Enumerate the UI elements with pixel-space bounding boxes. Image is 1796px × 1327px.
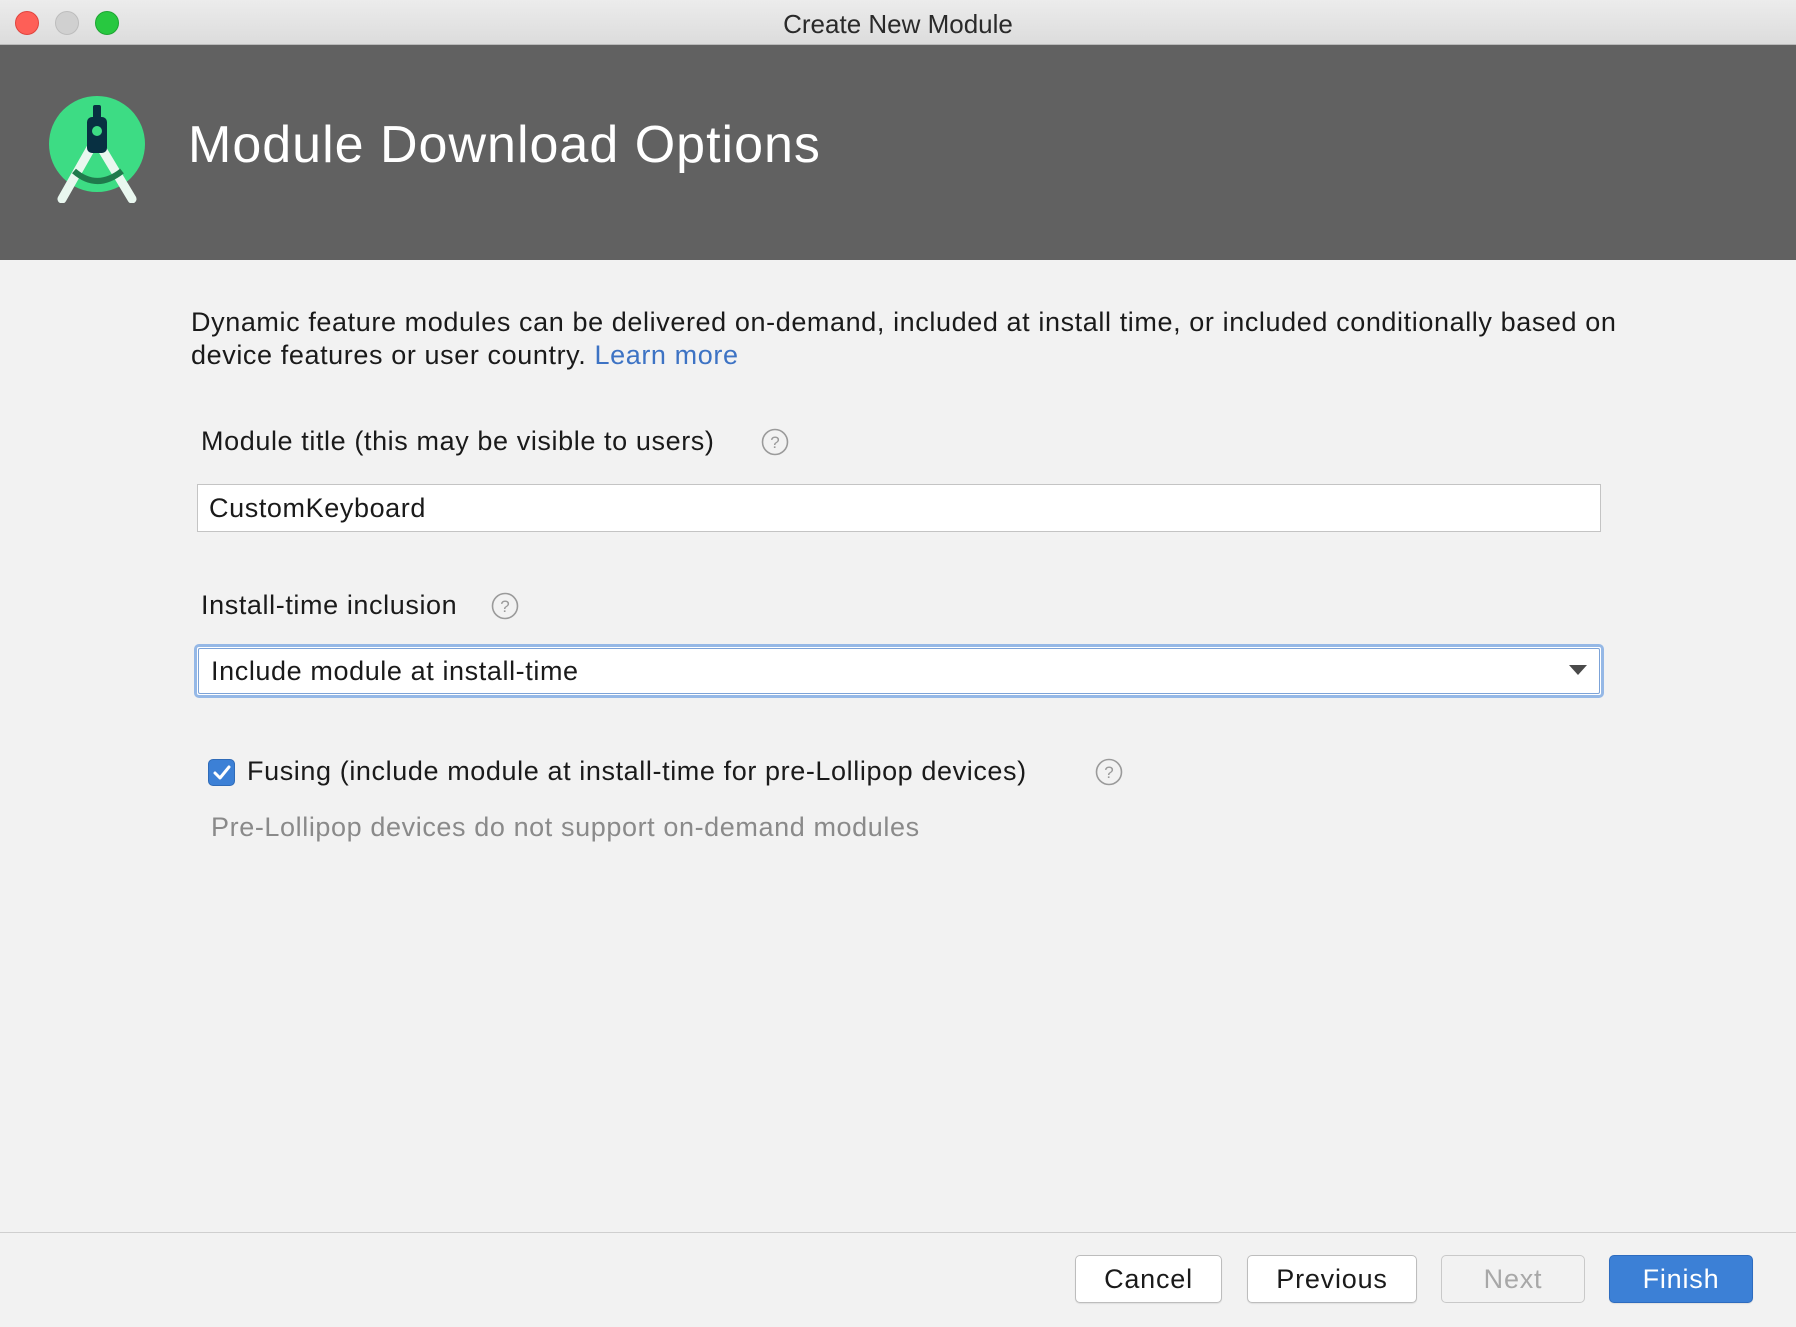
content-area: Dynamic feature modules can be delivered… <box>0 260 1796 1230</box>
install-time-dropdown[interactable]: Include module at install-time <box>194 644 1604 698</box>
install-time-label: Install-time inclusion <box>201 590 458 620</box>
svg-text:?: ? <box>500 597 509 616</box>
previous-button[interactable]: Previous <box>1247 1255 1417 1303</box>
help-icon[interactable]: ? <box>761 428 789 456</box>
page-title: Module Download Options <box>188 116 821 174</box>
dialog-window: Create New Module Module Download Option… <box>0 0 1796 1327</box>
svg-text:?: ? <box>770 433 779 452</box>
svg-text:?: ? <box>1104 763 1113 782</box>
description-text: Dynamic feature modules can be delivered… <box>191 306 1631 372</box>
fusing-checkbox[interactable] <box>208 759 235 786</box>
title-bar: Create New Module <box>0 0 1796 45</box>
help-icon[interactable]: ? <box>491 592 519 620</box>
android-studio-logo-icon <box>49 96 145 203</box>
module-title-input[interactable] <box>197 484 1601 532</box>
install-time-selected-value: Include module at install-time <box>211 656 579 686</box>
learn-more-link[interactable]: Learn more <box>594 340 738 370</box>
description-body: Dynamic feature modules can be delivered… <box>191 307 1617 370</box>
finish-button[interactable]: Finish <box>1609 1255 1753 1303</box>
cancel-button[interactable]: Cancel <box>1075 1255 1222 1303</box>
checkmark-icon <box>213 765 231 780</box>
fusing-label[interactable]: Fusing (include module at install-time f… <box>247 756 1027 787</box>
fusing-hint: Pre-Lollipop devices do not support on-d… <box>211 812 920 842</box>
footer-divider <box>0 1232 1796 1233</box>
window-title: Create New Module <box>783 9 1013 39</box>
chevron-down-icon <box>1569 665 1587 675</box>
header-banner: Module Download Options <box>0 45 1796 260</box>
module-title-label: Module title (this may be visible to use… <box>201 426 715 456</box>
help-icon[interactable]: ? <box>1095 758 1123 786</box>
next-button[interactable]: Next <box>1441 1255 1585 1303</box>
